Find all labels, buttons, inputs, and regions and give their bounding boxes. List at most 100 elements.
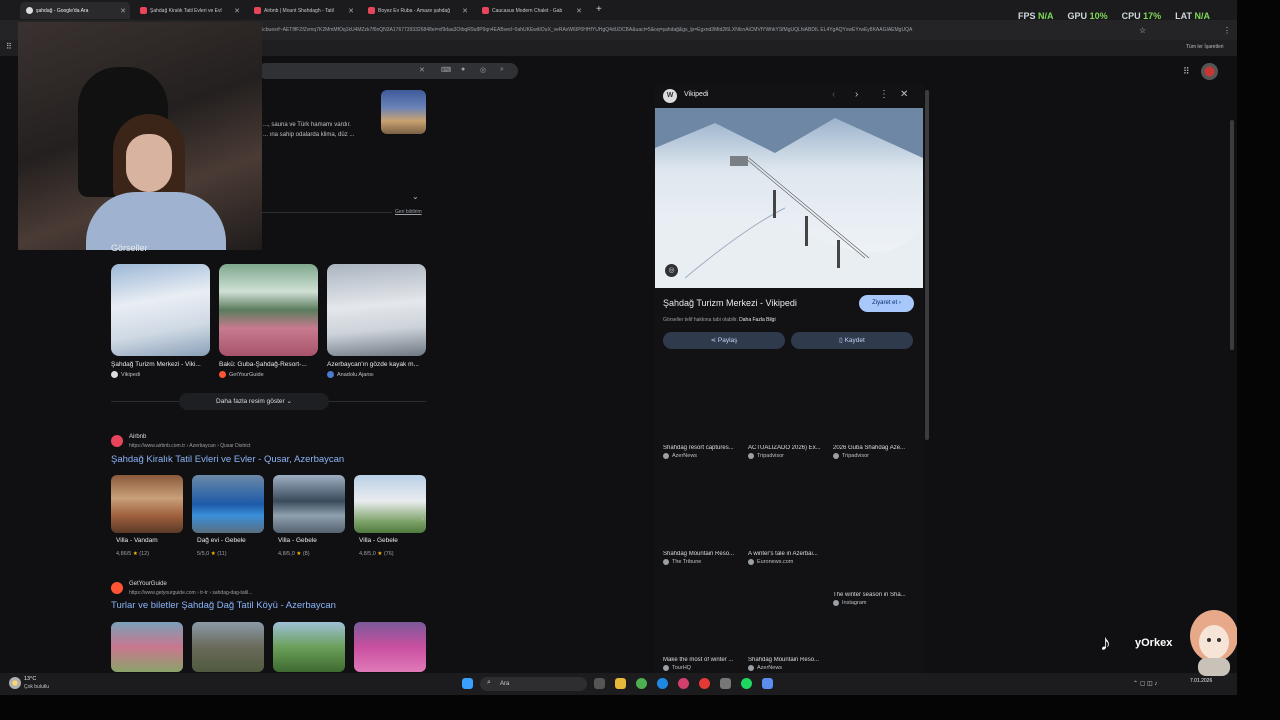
avatar-character — [1184, 606, 1242, 676]
wikipedia-icon: W — [663, 89, 677, 103]
related-caption[interactable]: ACTUALIZADO 2026) Ex... — [748, 445, 830, 451]
letterbox-bottom — [0, 695, 1280, 720]
tray-icons[interactable]: ⌃ ▢ ◫ ♪ — [1133, 680, 1157, 687]
visit-button[interactable]: Ziyaret et › — [859, 295, 914, 312]
image-result[interactable] — [111, 264, 210, 356]
panel-title[interactable]: Şahdağ Turizm Merkezi - Vikipedi — [663, 298, 797, 308]
clock[interactable]: 7.01.2026 — [1190, 677, 1212, 685]
image-caption[interactable]: Şahdağ Turizm Merkezi - Viki... — [111, 361, 210, 368]
hotel-thumbnail[interactable] — [381, 90, 426, 134]
getyourguide-icon — [111, 582, 123, 594]
lens-icon[interactable]: ◎ — [665, 264, 678, 277]
villa-name[interactable]: Villa - Gebele — [278, 537, 317, 544]
file-explorer-icon[interactable] — [615, 678, 626, 689]
related-caption[interactable]: Shahdag Mountain Reso... — [663, 551, 745, 557]
chevron-down-icon[interactable]: ⌄ — [412, 192, 419, 201]
villa-image[interactable] — [354, 475, 426, 533]
share-button[interactable]: ⋖ Paylaş — [663, 332, 785, 349]
all-bookmarks[interactable]: Tüm ler İşaretleri — [1186, 44, 1224, 50]
tour-image[interactable] — [192, 622, 264, 672]
panel-image[interactable] — [655, 108, 923, 288]
villa-image[interactable] — [273, 475, 345, 533]
related-source: Euronews.com — [748, 559, 793, 565]
villa-image[interactable] — [111, 475, 183, 533]
save-button[interactable]: ▯ Kaydet — [791, 332, 913, 349]
related-caption[interactable]: A winter's tale in Azerbai... — [748, 551, 830, 557]
star-icon[interactable]: ☆ — [1139, 26, 1146, 35]
windows-start-icon[interactable] — [462, 678, 473, 689]
tour-image[interactable] — [354, 622, 426, 672]
avatar[interactable] — [1201, 63, 1218, 80]
tab-airbnb-mount[interactable]: Airbnb | Mount Shahdagh - Tatil ✕ — [248, 2, 358, 19]
chrome-active-icon[interactable] — [678, 678, 689, 689]
search-input[interactable] — [258, 63, 518, 79]
keyboard-icon[interactable]: ⌨ — [441, 66, 451, 74]
close-icon[interactable]: ✕ — [234, 7, 240, 15]
apps-icon[interactable]: ⠿ — [6, 42, 12, 51]
tab-airbnb-listings[interactable]: Şahdağ Kiralık Tatil Evleri ve Evl ✕ — [134, 2, 244, 19]
villa-name[interactable]: Dağ evi - Gebele — [197, 537, 246, 544]
close-icon[interactable]: ✕ — [348, 7, 354, 15]
page-scrollbar[interactable] — [1230, 120, 1234, 350]
chevron-right-icon[interactable]: › — [855, 89, 858, 100]
star-icon: ★ — [210, 551, 216, 557]
chevron-left-icon[interactable]: ‹ — [832, 89, 835, 100]
tab-google-search[interactable]: şahdağ - Google'da Ara ✕ — [20, 2, 130, 19]
task-view-icon[interactable] — [594, 678, 605, 689]
result-url: https://www.airbnb.com.tr › Azerbaycan ›… — [129, 443, 251, 449]
result-url: https://www.getyourguide.com › tr-tr › s… — [129, 590, 253, 596]
edge-icon[interactable] — [657, 678, 668, 689]
result-title-link[interactable]: Şahdağ Kiralık Tatil Evleri ve Evler - Q… — [111, 454, 344, 465]
spotify-icon[interactable] — [741, 678, 752, 689]
villa-name[interactable]: Villa - Gebele — [359, 537, 398, 544]
clear-icon[interactable]: ✕ — [419, 66, 425, 74]
more-images-button[interactable]: Daha fazla resim göster ⌄ — [179, 393, 329, 410]
apps-grid-icon[interactable]: ⠿ — [1183, 66, 1190, 77]
image-caption[interactable]: Azerbaycan'ın gözde kayak m... — [327, 361, 426, 368]
lens-icon[interactable]: ◎ — [480, 66, 486, 74]
tab-caucasus-chalet[interactable]: Caucasus Modern Chalet - Gab ✕ — [476, 2, 586, 19]
url-field[interactable]: c5cbuesrf~AETflfFZfZvmq7K2MmMfOq1kU4MZzk… — [258, 24, 1138, 37]
villa-image[interactable] — [192, 475, 264, 533]
chrome-icon[interactable] — [636, 678, 647, 689]
villa-name[interactable]: Villa - Vandam — [116, 537, 158, 544]
learn-more-link[interactable]: Daha Fazla Bilgi — [739, 317, 775, 323]
panel-source[interactable]: Vikipedi — [684, 91, 708, 98]
related-source: AzerNews — [748, 665, 782, 671]
settings-icon[interactable] — [720, 678, 731, 689]
menu-icon[interactable]: ⋮ — [1223, 26, 1231, 35]
airbnb-icon — [140, 7, 147, 14]
related-caption[interactable]: Make the most of winter ... — [663, 657, 745, 663]
image-result[interactable] — [327, 264, 426, 356]
close-icon[interactable]: ✕ — [462, 7, 468, 15]
related-caption[interactable]: Shahdag Mountain Reso... — [748, 657, 830, 663]
tour-image[interactable] — [111, 622, 183, 672]
related-caption[interactable]: 2026 Guba Shahdag Aze... — [833, 445, 915, 451]
feedback-link[interactable]: Geri bildirim — [395, 209, 422, 215]
search-icon[interactable]: ⌕ — [500, 66, 504, 74]
letterbox-right — [1237, 0, 1280, 720]
webcam-overlay — [18, 22, 262, 250]
image-result[interactable] — [219, 264, 318, 356]
taskbar-search[interactable]: Ara — [480, 677, 587, 691]
close-icon[interactable]: ✕ — [576, 7, 582, 15]
chevron-right-icon[interactable]: › — [421, 513, 424, 523]
tour-image[interactable] — [273, 622, 345, 672]
panel-scrollbar[interactable] — [925, 90, 929, 440]
app-icon[interactable] — [762, 678, 773, 689]
screen: şahdağ - Google'da Ara ✕ Şahdağ Kiralık … — [0, 0, 1280, 720]
weather-icon[interactable] — [9, 677, 21, 689]
result-title-link[interactable]: Turlar ve biletler Şahdağ Dağ Tatil Köyü… — [111, 600, 336, 611]
image-source: GetYourGuide — [219, 371, 264, 378]
mic-icon[interactable]: ● — [461, 66, 465, 73]
new-tab-button[interactable]: + — [596, 4, 602, 15]
close-icon[interactable]: ✕ — [120, 7, 126, 15]
opera-icon[interactable] — [699, 678, 710, 689]
related-caption[interactable]: Shahdag resort captures... — [663, 445, 745, 451]
related-caption[interactable]: The winter season in Sha... — [833, 592, 915, 598]
more-icon[interactable]: ⋮ — [879, 89, 889, 100]
tab-boyez-ev[interactable]: Boyez Ev Ruba - Amaze şahdağ ✕ — [362, 2, 472, 19]
close-icon[interactable]: ✕ — [900, 89, 908, 100]
airbnb-icon — [482, 7, 489, 14]
image-caption[interactable]: Bakü: Guba-Şahdağ-Resort-... — [219, 361, 318, 368]
